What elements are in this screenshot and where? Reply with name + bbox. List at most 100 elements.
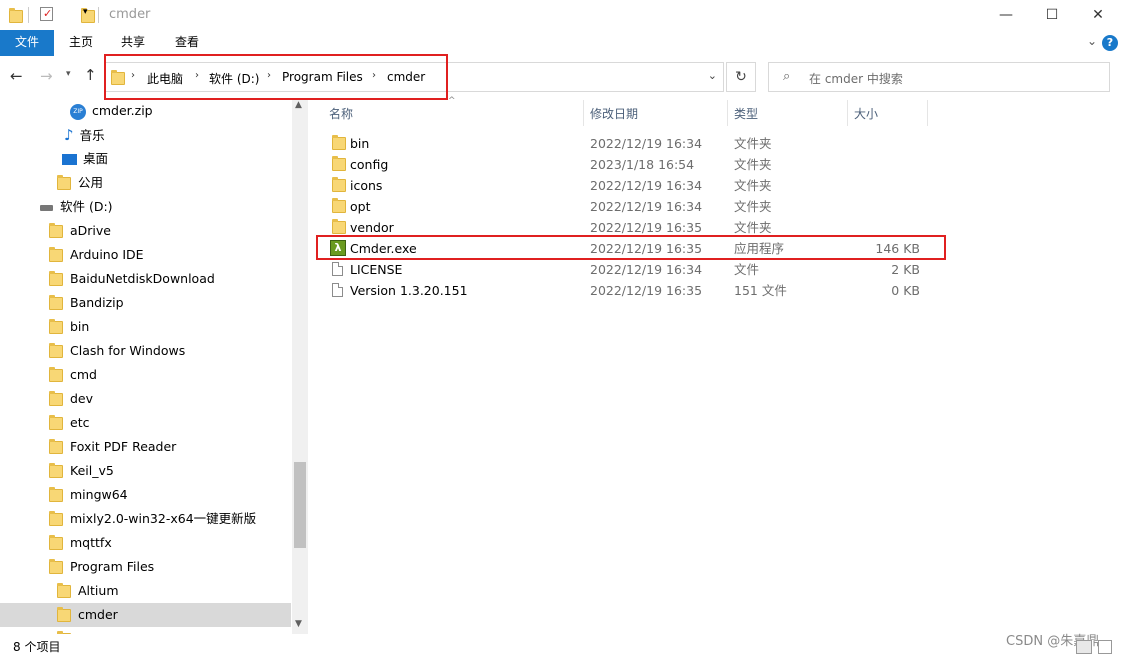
column-divider[interactable] [727,100,728,126]
recent-locations-icon[interactable]: ▾ [66,69,71,79]
folder-icon [49,223,63,238]
tree-item[interactable]: ZIP cmder.zip [70,99,153,123]
ribbon-tabs: 文件 主页 共享 查看 ⌄ ? [0,30,1121,56]
scroll-down-icon[interactable]: ▼ [295,619,302,629]
folder-icon [332,135,346,150]
address-bar[interactable]: › 此电脑 › 软件 (D:) › Program Files › cmder … [104,62,724,92]
tree-item[interactable]: Arduino IDE [49,243,144,267]
folder-icon [332,177,346,192]
tree-item[interactable]: cmd [49,363,97,387]
file-row[interactable]: bin 2022/12/19 16:34 文件夹 [322,133,942,154]
file-row[interactable]: LICENSE 2022/12/19 16:34 文件 2 KB [322,259,942,280]
sidebar-scrollbar[interactable]: ▲ ▼ [292,98,308,634]
tree-item[interactable]: dev [49,387,93,411]
tree-item[interactable] [57,627,78,634]
scroll-up-icon[interactable]: ▲ [295,100,302,110]
details-view-icon[interactable] [1076,640,1092,654]
folder-icon [49,367,63,382]
tab-view[interactable]: 查看 [164,30,210,56]
tree-item[interactable]: bin [49,315,89,339]
tree-item[interactable]: Altium [57,579,119,603]
tree-item[interactable]: Bandizip [49,291,124,315]
tab-file[interactable]: 文件 [0,30,54,56]
item-count: 8 个项目 [13,640,61,654]
folder-icon [49,271,63,286]
breadcrumb-drive-d[interactable]: 软件 (D:) [209,70,259,87]
desktop-icon [62,154,77,165]
tree-item[interactable]: 公用 [57,171,103,195]
file-row-cmder-exe[interactable]: λ Cmder.exe 2022/12/19 16:35 应用程序 146 KB [322,238,942,259]
folder-icon [49,343,63,358]
column-divider[interactable] [847,100,848,126]
address-dropdown-icon[interactable]: ⌄ [708,69,717,82]
expand-ribbon-icon[interactable]: ⌄ [1087,34,1097,48]
large-icons-view-icon[interactable] [1098,640,1112,654]
close-button[interactable]: ✕ [1075,0,1121,30]
breadcrumb-this-pc[interactable]: 此电脑 [147,70,183,87]
breadcrumb-cmder[interactable]: cmder [387,70,425,84]
navigation-bar: ← → ▾ ↑ › 此电脑 › 软件 (D:) › Program Files … [0,58,1121,96]
tree-item[interactable]: aDrive [49,219,111,243]
help-icon[interactable]: ? [1102,35,1118,51]
up-arrow-icon[interactable]: ↑ [84,66,97,84]
tree-item[interactable]: 桌面 [62,147,108,171]
navigation-pane: ZIP cmder.zip ♪ 音乐 桌面 公用 软件 (D:) aDrive Ar… [0,98,308,634]
folder-icon [111,70,125,85]
folder-icon [49,511,63,526]
window-title: cmder [109,7,151,22]
column-header-size[interactable]: 大小 [854,106,878,128]
file-row[interactable]: vendor 2022/12/19 16:35 文件夹 [322,217,942,238]
chevron-right-icon[interactable]: › [372,70,376,81]
tree-item[interactable]: BaiduNetdiskDownload [49,267,215,291]
sort-ascending-icon: ^ [448,96,456,106]
folder-icon [49,559,63,574]
chevron-right-icon[interactable]: › [131,70,135,81]
column-divider[interactable] [583,100,584,126]
tree-item[interactable]: Keil_v5 [49,459,114,483]
tree-item[interactable]: mingw64 [49,483,128,507]
tree-item[interactable]: etc [49,411,89,435]
tab-share[interactable]: 共享 [110,30,156,56]
maximize-button[interactable]: ☐ [1029,0,1075,30]
breadcrumb-program-files[interactable]: Program Files [282,70,363,84]
title-bar: ✓ ▾ cmder — ☐ ✕ [0,0,1121,30]
folder-icon [49,415,63,430]
drive-icon [40,204,53,211]
folder-icon [49,463,63,478]
folder-icon [9,8,23,23]
chevron-right-icon[interactable]: › [195,70,199,81]
column-divider[interactable] [927,100,928,126]
search-input[interactable]: 在 cmder 中搜索 [809,70,903,87]
tree-item[interactable]: Program Files [49,555,154,579]
folder-icon [57,607,71,622]
forward-arrow-icon[interactable]: → [40,67,53,85]
tree-item[interactable]: mixly2.0-win32-x64一键更新版 [49,507,256,531]
column-header-type[interactable]: 类型 [734,106,758,128]
file-row[interactable]: Version 1.3.20.151 2022/12/19 16:35 151 … [322,280,942,301]
tree-item[interactable]: 软件 (D:) [40,195,113,219]
search-box[interactable]: ⌕ 在 cmder 中搜索 [768,62,1110,92]
column-header-name[interactable]: 名称 [329,106,353,128]
tree-item[interactable]: mqttfx [49,531,112,555]
chevron-down-icon[interactable]: ▾ [83,7,88,17]
folder-icon [57,583,71,598]
refresh-button[interactable]: ↻ [726,62,756,92]
column-header-date[interactable]: 修改日期 [590,106,638,128]
minimize-button[interactable]: — [983,0,1029,30]
divider [98,7,99,23]
chevron-right-icon[interactable]: › [267,70,271,81]
file-row[interactable]: opt 2022/12/19 16:34 文件夹 [322,196,942,217]
tree-item[interactable]: ♪ 音乐 [64,123,105,147]
tree-item[interactable]: Clash for Windows [49,339,185,363]
tree-item[interactable]: Foxit PDF Reader [49,435,176,459]
properties-icon[interactable]: ✓ [40,7,53,21]
file-row[interactable]: icons 2022/12/19 16:34 文件夹 [322,175,942,196]
file-row[interactable]: config 2023/1/18 16:54 文件夹 [322,154,942,175]
folder-icon [49,391,63,406]
tab-home[interactable]: 主页 [58,30,104,56]
back-arrow-icon[interactable]: ← [10,67,23,85]
search-icon: ⌕ [783,69,791,84]
tree-item-selected[interactable]: cmder [0,603,291,627]
folder-icon [49,319,63,334]
scrollbar-thumb[interactable] [294,462,306,548]
